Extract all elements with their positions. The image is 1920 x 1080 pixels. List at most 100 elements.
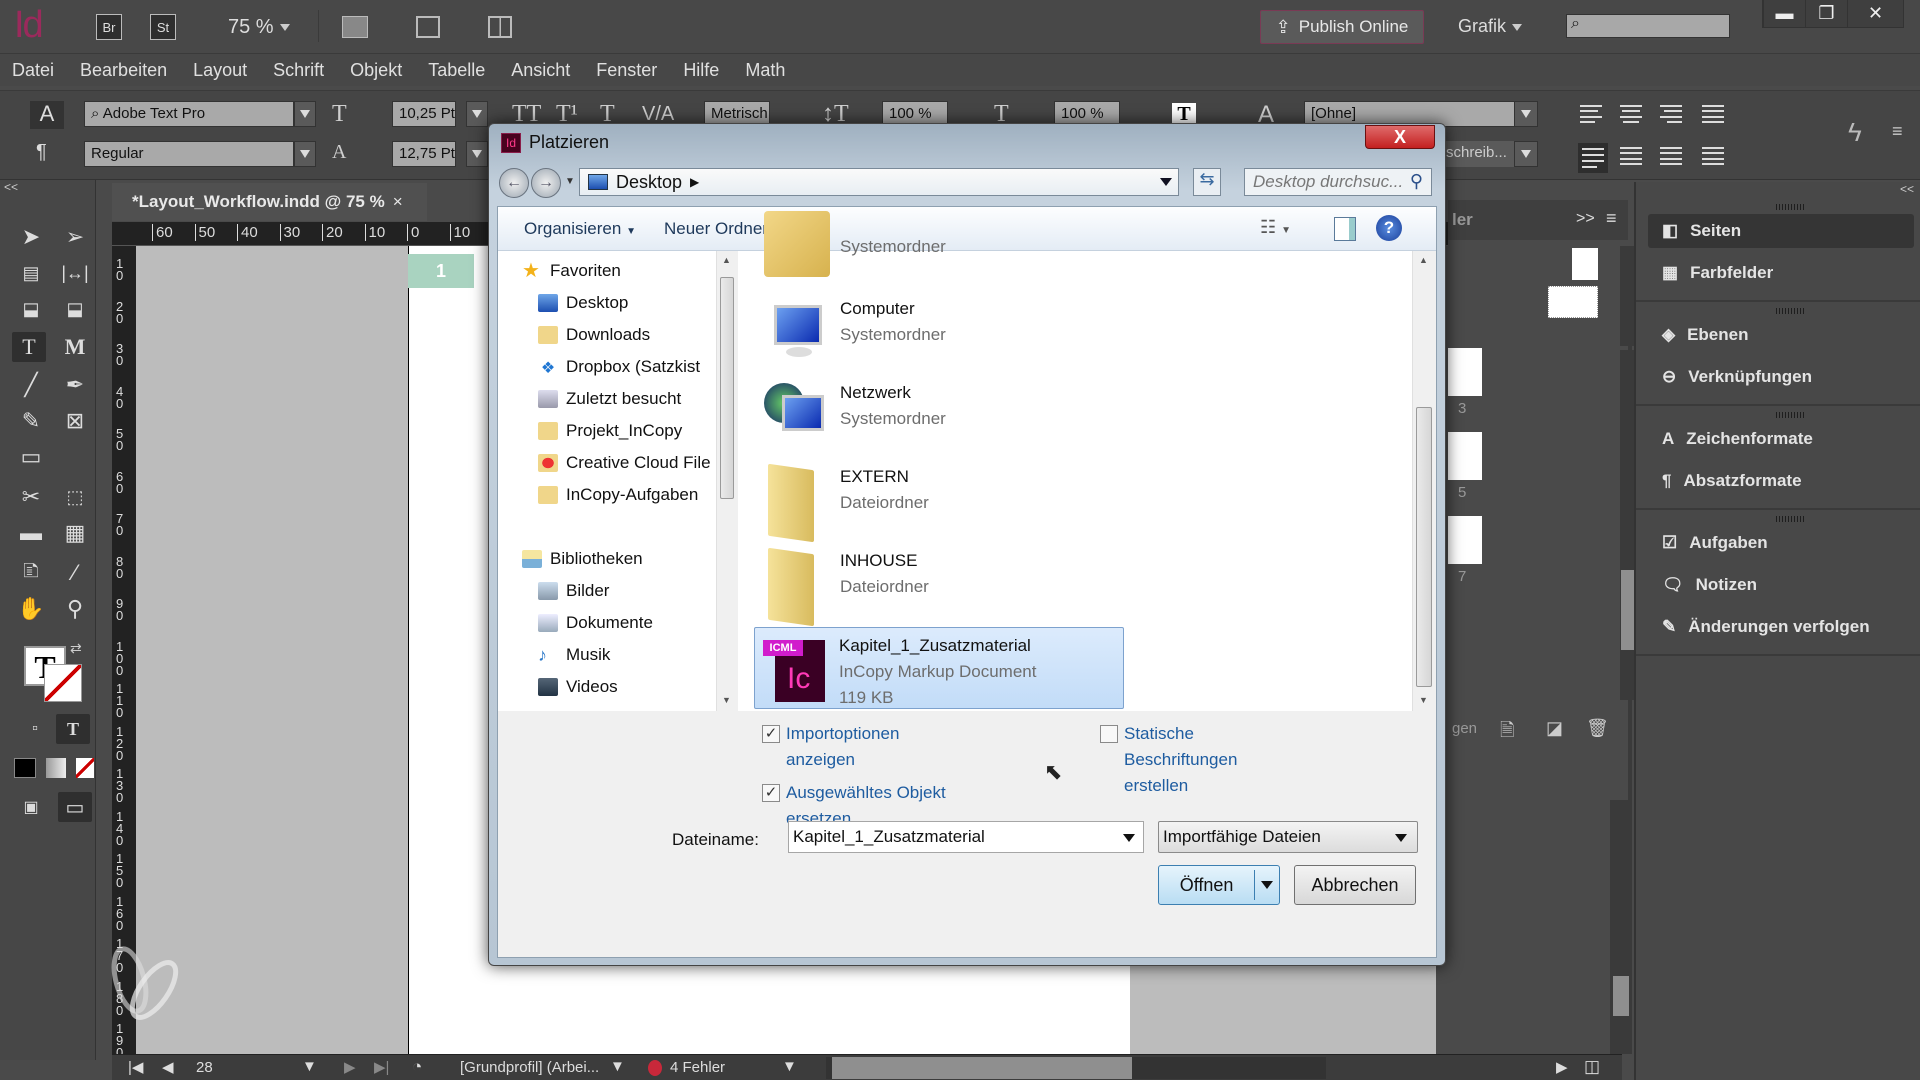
master-spread-thumbnail[interactable] (1548, 286, 1598, 318)
rectangle-tool-icon[interactable]: ▭ (14, 442, 48, 472)
panel-ebenen[interactable]: ◈ Ebenen (1648, 318, 1914, 352)
address-dropdown-icon[interactable] (1160, 178, 1172, 186)
font-family-field[interactable]: ⌕ Adobe Text Pro (84, 101, 294, 127)
pages-panel-tab[interactable]: ler (1452, 210, 1473, 230)
quick-apply-icon[interactable]: ϟ (1848, 117, 1862, 148)
stock-button[interactable]: St (150, 14, 176, 40)
close-button[interactable]: ✕ (1847, 0, 1903, 27)
dialog-titlebar[interactable]: Id Platzieren (501, 132, 609, 153)
preview-pane-icon[interactable] (1334, 217, 1356, 241)
character-style-dropdown[interactable] (1514, 101, 1538, 127)
scroll-right-button[interactable]: ▶ (1556, 1058, 1568, 1076)
panel-menu-icon[interactable]: ≡ (1892, 121, 1903, 142)
page-thumbnail[interactable] (1448, 432, 1482, 480)
content-placer-icon[interactable]: ⬓ (58, 294, 92, 324)
free-transform-tool-icon[interactable]: ⬚ (58, 482, 92, 512)
language-field[interactable]: schreib... (1440, 141, 1516, 167)
profile-dropdown-icon[interactable]: ▼ (610, 1058, 625, 1075)
workspace-switcher[interactable]: Grafik (1458, 16, 1523, 37)
zoom-level-dropdown[interactable]: 75 % (228, 16, 290, 39)
replace-selected-check[interactable]: ✓ (762, 784, 780, 802)
scroll-up-icon[interactable]: ▲ (1419, 255, 1428, 265)
help-icon[interactable]: ? (1376, 215, 1402, 241)
align-center-icon[interactable] (1620, 105, 1642, 123)
justify-center-icon[interactable] (1620, 147, 1642, 165)
new-page-icon[interactable]: ◪ (1546, 718, 1563, 739)
delete-page-icon[interactable]: 🗑 (1586, 718, 1609, 739)
font-style-dropdown[interactable] (294, 141, 316, 167)
paragraph-mode-button[interactable]: ¶ (36, 141, 47, 164)
font-family-dropdown[interactable] (294, 101, 316, 127)
file-item-netzwerk[interactable]: Netzwerk Systemordner (756, 375, 1126, 457)
back-button[interactable]: ← (499, 168, 529, 198)
page-tool-icon[interactable]: ▤ (14, 258, 48, 288)
file-item-user[interactable]: Systemordner (756, 203, 1126, 285)
static-captions-checkbox[interactable]: Statische Beschriftungen erstellen (1100, 721, 1237, 799)
preflight-errors[interactable]: 4 Fehler (670, 1059, 725, 1076)
document-open-icon[interactable]: ◔ (412, 1057, 422, 1077)
new-folder-button[interactable]: Neuer Ordner (664, 219, 768, 239)
restore-button[interactable]: ❐ (1805, 0, 1847, 27)
preflight-profile[interactable]: [Grundprofil] (Arbei... (460, 1059, 599, 1076)
page-dropdown-button[interactable]: ▼ (302, 1058, 317, 1075)
file-item-inhouse[interactable]: INHOUSE Dateiordner (756, 543, 1126, 627)
scroll-down-icon[interactable]: ▼ (722, 695, 731, 705)
filename-input[interactable]: Kapitel_1_Zusatzmaterial (788, 821, 1144, 853)
align-left-icon[interactable] (1580, 105, 1602, 123)
eyedropper-tool-icon[interactable]: ⁄ (58, 558, 92, 588)
pencil-tool-icon[interactable]: ✎ (14, 406, 48, 436)
leading-field[interactable]: 12,75 Pt (392, 141, 456, 167)
file-item-extern[interactable]: EXTERN Dateiordner (756, 459, 1126, 543)
character-mode-button[interactable]: A (30, 101, 64, 129)
change-view-icon[interactable]: ☷ ▼ (1260, 217, 1291, 238)
file-list-scrollbar[interactable]: ▲ ▼ (1412, 251, 1434, 711)
formatting-text-icon[interactable]: T (56, 714, 90, 744)
nav-dokumente[interactable]: Dokumente (538, 613, 653, 633)
collapse-icon[interactable]: << (4, 180, 18, 194)
nav-downloads[interactable]: Downloads (538, 325, 650, 345)
horizontal-scroll-thumb[interactable] (832, 1057, 1132, 1079)
arrange-documents-icon[interactable] (488, 16, 512, 38)
pages-scroll-thumb[interactable] (1621, 570, 1635, 650)
nav-scroll-thumb[interactable] (720, 277, 734, 499)
apply-gradient-icon[interactable] (46, 758, 66, 778)
swap-colors-icon[interactable]: ⇄ (70, 640, 82, 657)
document-tab[interactable]: *Layout_Workflow.indd @ 75 % × (112, 183, 427, 221)
menu-ansicht[interactable]: Ansicht (511, 60, 570, 81)
content-collector-icon[interactable]: ⬓ (14, 294, 48, 324)
nav-creative-cloud[interactable]: Creative Cloud File (538, 453, 711, 473)
apply-none-icon[interactable] (76, 758, 94, 778)
organize-button[interactable]: Organisieren ▼ (524, 219, 636, 239)
vertical-ruler[interactable]: 1 0 2 0 3 0 4 0 5 0 6 0 7 0 8 0 9 0 1 0 0 1 1 0 1 2… (112, 246, 136, 1059)
nav-incopy-aufgaben[interactable]: InCopy-Aufgaben (538, 485, 698, 505)
preview-mode-icon[interactable]: ▣ (14, 792, 48, 822)
publish-online-button[interactable]: ⇪ Publish Online (1260, 10, 1424, 44)
search-icon[interactable]: ⚲ (1410, 171, 1423, 192)
first-page-button[interactable]: |◀ (128, 1058, 143, 1076)
menu-schrift[interactable]: Schrift (273, 60, 324, 81)
import-options-checkbox[interactable]: ✓ Importoptionen anzeigen (762, 721, 899, 773)
menu-objekt[interactable]: Objekt (350, 60, 402, 81)
nav-recent-places[interactable]: Zuletzt besucht (538, 389, 681, 409)
scroll-down-icon[interactable]: ▼ (1419, 695, 1428, 705)
expand-panels-icon[interactable]: >> (1576, 210, 1595, 228)
split-view-icon[interactable]: ◫ (1584, 1057, 1600, 1077)
justify-spine-icon[interactable] (1702, 147, 1724, 165)
menu-datei[interactable]: Datei (12, 60, 54, 81)
previous-page-button[interactable]: ◀ (162, 1058, 174, 1076)
math-tool-icon[interactable]: M (58, 332, 92, 362)
panel-verknuepfungen[interactable]: ⊖ Verknüpfungen (1648, 360, 1914, 394)
leading-dropdown[interactable] (466, 141, 488, 167)
scissors-tool-icon[interactable]: ✂ (14, 482, 48, 512)
align-right-icon[interactable] (1660, 105, 1682, 123)
apply-color-icon[interactable] (14, 758, 36, 778)
last-page-button[interactable]: ▶| (374, 1058, 389, 1076)
nav-dropbox[interactable]: ❖ Dropbox (Satzkist (538, 357, 700, 377)
pen-tool-icon[interactable]: ✒ (58, 370, 92, 400)
open-button[interactable]: Öffnen (1158, 865, 1280, 905)
nav-videos[interactable]: Videos (538, 677, 618, 697)
nav-bilder[interactable]: Bilder (538, 581, 609, 601)
vertical-scroll-thumb[interactable] (1613, 976, 1629, 1016)
direct-selection-tool-icon[interactable]: ➢ (58, 222, 92, 252)
nav-favorites[interactable]: ★ Favoriten (522, 261, 621, 281)
